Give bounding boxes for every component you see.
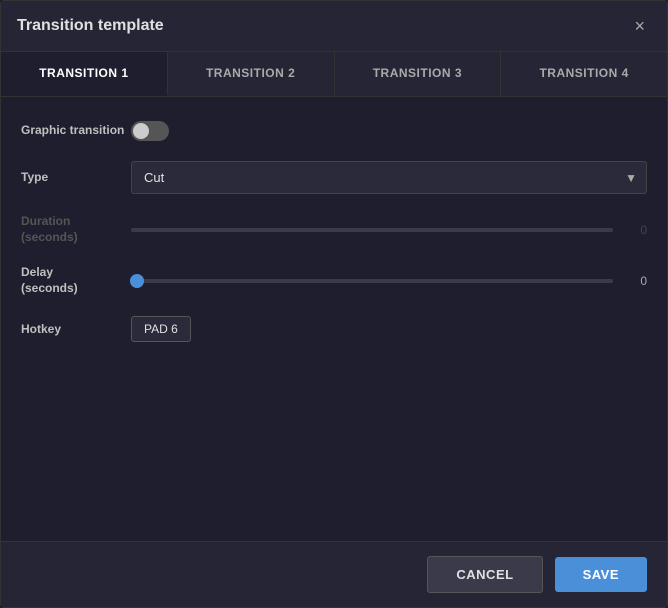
tab-transition-1[interactable]: TRANSITION 1 <box>1 52 168 96</box>
transition-template-dialog: Transition template × TRANSITION 1 TRANS… <box>0 0 668 608</box>
delay-slider-thumb[interactable] <box>130 274 144 288</box>
delay-label: Delay(seconds) <box>21 265 131 296</box>
duration-slider-track[interactable] <box>131 228 613 232</box>
type-row: Type Cut Dissolve Wipe Fade ▼ <box>21 161 647 194</box>
dialog-body: Graphic transition Type Cut Dissolve Wip… <box>1 97 667 541</box>
type-label: Type <box>21 170 131 186</box>
type-select[interactable]: Cut Dissolve Wipe Fade <box>131 161 647 194</box>
tab-transition-2[interactable]: TRANSITION 2 <box>168 52 335 96</box>
cancel-button[interactable]: CANCEL <box>427 556 542 593</box>
graphic-transition-label: Graphic transition <box>21 123 131 139</box>
type-select-wrapper: Cut Dissolve Wipe Fade ▼ <box>131 161 647 194</box>
delay-row: Delay(seconds) 0 <box>21 265 647 296</box>
duration-label: Duration(seconds) <box>21 214 131 245</box>
duration-row: Duration(seconds) 0 <box>21 214 647 245</box>
graphic-transition-toggle[interactable] <box>131 121 169 141</box>
hotkey-row: Hotkey PAD 6 <box>21 316 647 342</box>
dialog-footer: CANCEL SAVE <box>1 541 667 607</box>
tabs-container: TRANSITION 1 TRANSITION 2 TRANSITION 3 T… <box>1 52 667 97</box>
toggle-knob <box>133 123 149 139</box>
hotkey-label: Hotkey <box>21 322 131 338</box>
dialog-header: Transition template × <box>1 1 667 52</box>
delay-value: 0 <box>623 274 647 288</box>
graphic-transition-row: Graphic transition <box>21 121 647 141</box>
duration-value: 0 <box>623 223 647 237</box>
delay-slider-track[interactable] <box>131 279 613 283</box>
hotkey-badge: PAD 6 <box>131 316 191 342</box>
graphic-transition-toggle-container <box>131 121 169 141</box>
dialog-title: Transition template <box>17 17 164 35</box>
save-button[interactable]: SAVE <box>555 557 647 592</box>
tab-transition-4[interactable]: TRANSITION 4 <box>501 52 667 96</box>
close-button[interactable]: × <box>628 15 651 37</box>
tab-transition-3[interactable]: TRANSITION 3 <box>335 52 502 96</box>
